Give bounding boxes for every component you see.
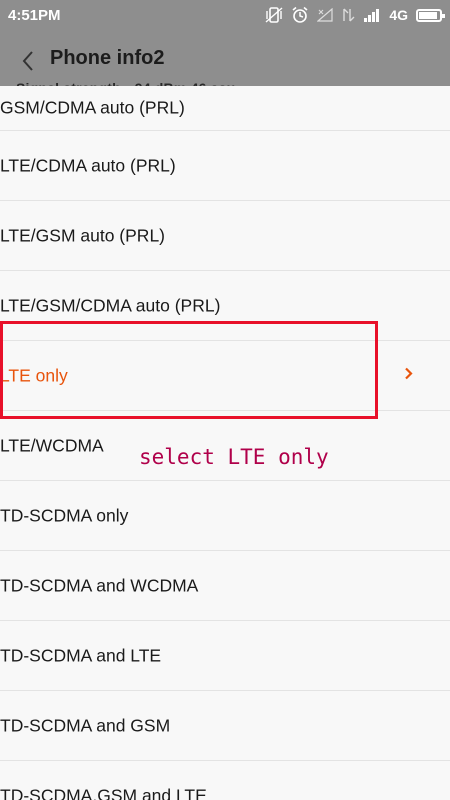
option-label: TD-SCDMA only — [0, 505, 129, 525]
option-label: TD-SCDMA and LTE — [0, 645, 162, 665]
chevron-right-icon — [404, 366, 414, 385]
option-label: LTE/GSM auto (PRL) — [0, 225, 166, 245]
option-td-scdma-gsm[interactable]: TD-SCDMA and GSM — [0, 691, 450, 761]
option-label: LTE only — [0, 365, 68, 385]
option-lte-gsm-auto[interactable]: LTE/GSM auto (PRL) — [0, 201, 450, 271]
option-gsm-cdma-auto[interactable]: GSM/CDMA auto (PRL) — [0, 86, 450, 131]
option-label: TD-SCDMA and GSM — [0, 715, 171, 735]
option-lte-only[interactable]: LTE only — [0, 341, 450, 411]
option-label: TD-SCDMA,GSM and LTE — [0, 785, 207, 800]
network-type: 4G — [389, 7, 408, 23]
status-bar: 4:51PM 4G — [0, 0, 450, 34]
option-td-scdma-lte[interactable]: TD-SCDMA and LTE — [0, 621, 450, 691]
battery-icon — [416, 8, 445, 22]
signal-icon — [341, 8, 355, 22]
option-label: LTE/GSM/CDMA auto (PRL) — [0, 295, 221, 315]
annotation-text: select LTE only — [139, 445, 329, 469]
signal-icon — [363, 8, 381, 22]
network-type-options: GSM/CDMA auto (PRL) LTE/CDMA auto (PRL) … — [0, 86, 450, 800]
option-label: LTE/WCDMA — [0, 435, 104, 455]
status-icons: 4G — [265, 6, 445, 24]
chevron-left-icon — [14, 51, 44, 80]
vibrate-icon — [265, 7, 283, 23]
option-label: GSM/CDMA auto (PRL) — [0, 97, 185, 118]
option-lte-cdma-auto[interactable]: LTE/CDMA auto (PRL) — [0, 131, 450, 201]
page-title: Phone info2 — [50, 47, 165, 69]
signal-icon — [317, 8, 333, 22]
alarm-icon — [291, 6, 309, 24]
option-label: TD-SCDMA and WCDMA — [0, 575, 199, 595]
option-label: LTE/CDMA auto (PRL) — [0, 155, 176, 175]
status-time: 4:51PM — [8, 7, 61, 24]
option-td-scdma-gsm-lte[interactable]: TD-SCDMA,GSM and LTE — [0, 761, 450, 800]
option-lte-gsm-cdma-auto[interactable]: LTE/GSM/CDMA auto (PRL) — [0, 271, 450, 341]
option-td-scdma-only[interactable]: TD-SCDMA only — [0, 481, 450, 551]
back-button[interactable] — [14, 46, 44, 76]
option-td-scdma-wcdma[interactable]: TD-SCDMA and WCDMA — [0, 551, 450, 621]
app-bar: Phone info2 Signal strength: -94 dBm 46 … — [0, 34, 450, 96]
